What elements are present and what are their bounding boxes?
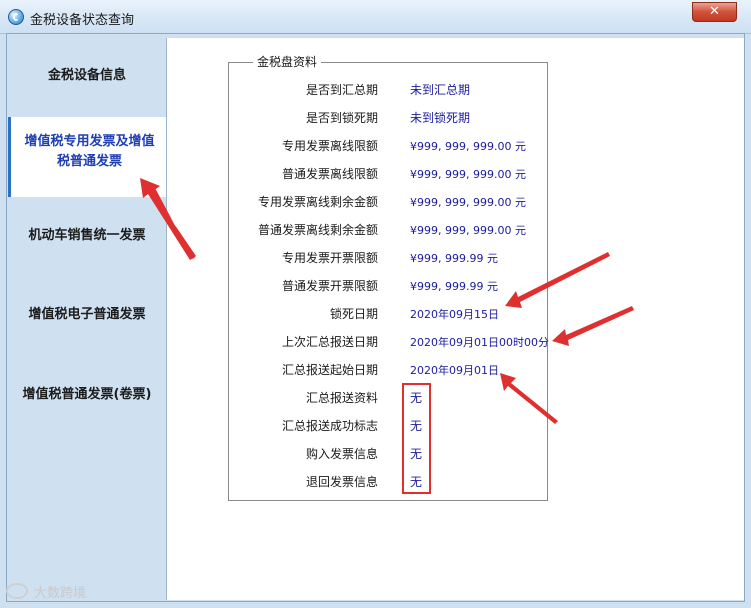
watermark-text: 大数跨境 <box>34 586 87 601</box>
arrow-icon <box>140 178 195 260</box>
arrow-icon <box>552 306 634 346</box>
watermark-logo-icon <box>6 583 28 599</box>
arrow-icon <box>505 252 610 308</box>
annotation-arrows <box>140 178 634 424</box>
arrow-icon <box>500 373 558 424</box>
